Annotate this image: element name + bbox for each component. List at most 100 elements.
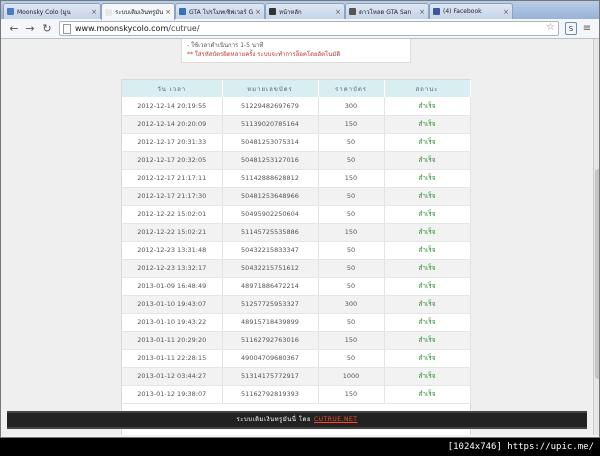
browser-window: Moonsky Colo (มูน × ระบบเติมเงินทรูมันนี… xyxy=(0,0,600,438)
cell-datetime: 2013-01-12 03:44:27 xyxy=(122,367,223,386)
cell-card-number: 51229482697679 xyxy=(222,97,319,116)
footer-link[interactable]: CUTRUE.NET xyxy=(314,416,357,423)
header-status: สถานะ xyxy=(384,80,471,97)
scrollbar-thumb[interactable] xyxy=(595,169,599,379)
tab-label: Moonsky Colo (มูน xyxy=(17,8,71,16)
back-arrow-icon[interactable]: ← xyxy=(7,22,21,36)
cell-card-number: 51145725535886 xyxy=(222,223,319,242)
cell-card-price: 50 xyxy=(318,151,385,170)
cell-card-number: 50481253075314 xyxy=(222,133,319,152)
extension-icon[interactable]: S xyxy=(565,22,577,35)
cell-card-price: 300 xyxy=(318,295,385,314)
table-row: 2012-12-14 20:20:09 51139020785164 150 สำเร… xyxy=(122,115,471,134)
close-tab-icon[interactable]: × xyxy=(503,8,509,16)
cell-datetime: 2012-12-17 20:32:05 xyxy=(122,151,223,170)
close-tab-icon[interactable]: × xyxy=(165,8,171,16)
cell-status: สำเร็จ xyxy=(384,223,471,242)
close-tab-icon[interactable]: × xyxy=(91,8,97,16)
url-path: /cutrue/ xyxy=(168,24,200,33)
cell-datetime: 2012-12-17 21:17:11 xyxy=(122,169,223,188)
tab-home[interactable]: หน้าหลัก × xyxy=(265,3,345,19)
cell-card-price: 50 xyxy=(318,241,385,260)
cell-card-price: 50 xyxy=(318,187,385,206)
bookmark-star-icon[interactable]: ☆ xyxy=(546,22,555,33)
cell-card-number: 48915718439899 xyxy=(222,313,319,332)
table-row: 2012-12-22 15:02:01 50495902250604 50 สำเร็… xyxy=(122,205,471,224)
tab-moonsky-colo[interactable]: Moonsky Colo (มูน × xyxy=(3,3,101,19)
instructions-box: - ใช้เวลาดำเนินการ 1-5 นาที ** ใส่รหัสบั… xyxy=(181,39,411,63)
forward-arrow-icon[interactable]: → xyxy=(23,22,37,36)
vertical-scrollbar[interactable] xyxy=(593,39,599,435)
page-icon xyxy=(63,24,71,34)
table-row: 2012-12-17 21:17:11 51142888628812 150 สำเร… xyxy=(122,169,471,188)
tab-label: ระบบเติมเงินทรูมันนี่ xyxy=(115,9,164,16)
table-row: 2012-12-17 21:17:30 50481253648966 50 สำเร็… xyxy=(122,187,471,206)
favicon-icon xyxy=(433,8,440,15)
address-bar[interactable]: www.moonskycolo.com/cutrue/ ☆ xyxy=(59,21,559,36)
table-header-row: วัน เวลา หมายเลขบัตร ราคาบัตร สถานะ xyxy=(122,80,471,97)
reload-icon[interactable]: ↻ xyxy=(40,22,54,36)
cell-datetime: 2012-12-17 21:17:30 xyxy=(122,187,223,206)
favicon-icon xyxy=(7,8,14,15)
cell-card-price: 1000 xyxy=(318,367,385,386)
cell-card-number: 49004709680367 xyxy=(222,349,319,368)
cell-card-price: 50 xyxy=(318,313,385,332)
footer-text: ระบบเติมเงินทรูมันนี่ โดย xyxy=(236,416,311,423)
cell-card-price: 150 xyxy=(318,169,385,188)
cell-card-number: 50481253648966 xyxy=(222,187,319,206)
cell-status: สำเร็จ xyxy=(384,205,471,224)
tab-truemoney[interactable]: ระบบเติมเงินทรูมันนี่ × xyxy=(101,3,175,20)
cell-datetime: 2012-12-14 20:20:09 xyxy=(122,115,223,134)
cell-status: สำเร็จ xyxy=(384,313,471,332)
cell-card-number: 48971886472214 xyxy=(222,277,319,296)
cell-status: สำเร็จ xyxy=(384,331,471,350)
cell-card-number: 50495902250604 xyxy=(222,205,319,224)
cell-card-number: 50432215751612 xyxy=(222,259,319,278)
cell-datetime: 2012-12-23 13:32:17 xyxy=(122,259,223,278)
cell-status: สำเร็จ xyxy=(384,349,471,368)
cell-card-number: 51142888628812 xyxy=(222,169,319,188)
cell-datetime: 2012-12-22 15:02:01 xyxy=(122,205,223,224)
tab-label: GTA โปรโมทเซิฟเวอร์ G xyxy=(189,8,254,16)
cell-card-price: 150 xyxy=(318,385,385,404)
favicon-icon xyxy=(105,8,112,16)
cell-datetime: 2012-12-22 15:02:21 xyxy=(122,223,223,242)
table-row: 2013-01-10 19:43:22 48915718439899 50 สำเร็… xyxy=(122,313,471,332)
table-row: 2013-01-09 16:48:49 48971886472214 50 สำเร็… xyxy=(122,277,471,296)
cell-card-number: 51139020785164 xyxy=(222,115,319,134)
cell-card-price: 50 xyxy=(318,277,385,296)
tab-label: ดาวโหลด GTA San xyxy=(359,8,412,16)
header-card-number: หมายเลขบัตร xyxy=(222,80,319,97)
tab-facebook[interactable]: (4) Facebook × xyxy=(429,3,513,19)
cell-status: สำเร็จ xyxy=(384,169,471,188)
close-tab-icon[interactable]: × xyxy=(255,8,261,16)
tab-label: (4) Facebook xyxy=(443,8,482,15)
favicon-icon xyxy=(269,8,276,15)
cell-datetime: 2013-01-12 19:38:07 xyxy=(122,385,223,404)
cell-datetime: 2013-01-10 19:43:22 xyxy=(122,313,223,332)
cell-datetime: 2013-01-11 22:28:15 xyxy=(122,349,223,368)
tab-gta-download[interactable]: ดาวโหลด GTA San × xyxy=(345,3,429,19)
cell-status: สำเร็จ xyxy=(384,151,471,170)
table-row: 2013-01-11 20:29:20 51162792763016 150 สำเร… xyxy=(122,331,471,350)
url-host: www.moonskycolo.com xyxy=(75,24,169,33)
wrench-menu-icon[interactable]: ≡ xyxy=(581,22,593,35)
cell-card-number: 51162792763016 xyxy=(222,331,319,350)
cell-card-number: 51314175772917 xyxy=(222,367,319,386)
image-watermark: [1024x746] https://upic.me/ xyxy=(0,438,600,456)
table-row: 2012-12-23 13:32:17 50432215751612 50 สำเร็… xyxy=(122,259,471,278)
tab-gta-promote[interactable]: GTA โปรโมทเซิฟเวอร์ G × xyxy=(175,3,265,19)
cell-card-number: 50481253127016 xyxy=(222,151,319,170)
cell-status: สำเร็จ xyxy=(384,259,471,278)
cell-datetime: 2012-12-17 20:31:33 xyxy=(122,133,223,152)
cell-card-price: 300 xyxy=(318,97,385,116)
instruction-time: - ใช้เวลาดำเนินการ 1-5 นาที xyxy=(187,42,264,49)
close-tab-icon[interactable]: × xyxy=(335,8,341,16)
close-tab-icon[interactable]: × xyxy=(419,8,425,16)
cell-card-number: 51257725953327 xyxy=(222,295,319,314)
table-body: 2012-12-14 20:19:55 51229482697679 300 สำเร… xyxy=(122,97,471,404)
table-row: 2012-12-14 20:19:55 51229482697679 300 สำเร… xyxy=(122,97,471,116)
table-row: 2013-01-10 19:43:07 51257725953327 300 สำเร… xyxy=(122,295,471,314)
cell-card-price: 50 xyxy=(318,133,385,152)
cell-status: สำเร็จ xyxy=(384,241,471,260)
